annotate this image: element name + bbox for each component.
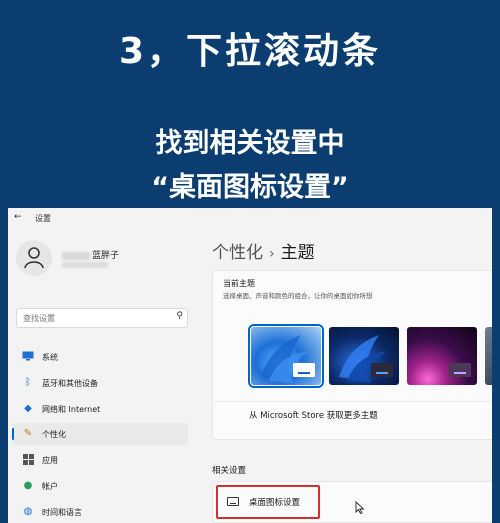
current-theme-card: 当前主题 选择桌面、声音和颜色的组合，让你的桌面如你所想 从 Microsoft… bbox=[212, 270, 492, 440]
sidebar-item-accounts[interactable]: ● 帐户 bbox=[12, 475, 188, 497]
sidebar-item-apps[interactable]: 应用 bbox=[12, 449, 188, 471]
theme-preview-window bbox=[293, 363, 315, 377]
search-input[interactable] bbox=[21, 310, 165, 326]
search-box[interactable]: ⚲ bbox=[16, 308, 188, 328]
instruction-line-1: 找到相关设置中 bbox=[155, 128, 345, 159]
globe-clock-icon: ◍ bbox=[23, 506, 33, 517]
divider bbox=[213, 401, 492, 402]
avatar[interactable] bbox=[16, 240, 52, 276]
sidebar-item-personalization[interactable]: ✎ 个性化 bbox=[12, 423, 188, 445]
theme-preview-window bbox=[449, 363, 471, 377]
user-email bbox=[62, 262, 108, 268]
title-bar: ← 设置 bbox=[8, 208, 492, 226]
theme-thumbnail-glow[interactable] bbox=[407, 327, 477, 385]
user-icon bbox=[24, 247, 44, 269]
desktop-icon-settings-row[interactable]: 桌面图标设置 bbox=[212, 481, 492, 523]
breadcrumb-parent[interactable]: 个性化 bbox=[212, 243, 263, 263]
current-theme-description: 选择桌面、声音和颜色的组合，让你的桌面如你所想 bbox=[223, 292, 373, 300]
wifi-icon: ◆ bbox=[24, 403, 32, 414]
instruction-banner: 3，下拉滚动条 找到相关设置中 “桌面图标设置” bbox=[0, 0, 500, 208]
account-icon: ● bbox=[23, 480, 33, 491]
sidebar-item-bluetooth[interactable]: ᛒ 蓝牙和其他设备 bbox=[12, 372, 188, 394]
breadcrumb: 个性化 › 主题 bbox=[212, 238, 315, 263]
apps-icon bbox=[22, 454, 34, 466]
back-arrow-icon[interactable]: ← bbox=[14, 212, 22, 222]
sidebar-item-system[interactable]: 系统 bbox=[12, 346, 188, 368]
instruction-line-2: “桌面图标设置” bbox=[151, 172, 349, 203]
sidebar-item-time-language[interactable]: ◍ 时间和语言 bbox=[12, 501, 188, 523]
store-link[interactable]: 从 Microsoft Store 获取更多主题 bbox=[249, 409, 378, 421]
monitor-icon bbox=[22, 351, 34, 363]
chevron-right-icon: › bbox=[269, 246, 275, 262]
related-settings-heading: 相关设置 bbox=[212, 466, 247, 476]
theme-preview-window bbox=[371, 363, 393, 377]
mouse-cursor-icon bbox=[355, 501, 364, 514]
monitor-icon bbox=[227, 497, 239, 506]
main-pane: 个性化 › 主题 当前主题 选择桌面、声音和颜色的组合，让你的桌面如你所想 从 Mi… bbox=[208, 226, 492, 523]
brush-icon: ✎ bbox=[23, 428, 33, 439]
sidebar: 蓝胖子 ⚲ 系统 ᛒ 蓝牙和其他设备 ◆ 网络和 Internet ✎ 个性化 … bbox=[8, 226, 208, 523]
desktop-icon-settings-label[interactable]: 桌面图标设置 bbox=[249, 496, 300, 508]
window-title: 设置 bbox=[35, 214, 51, 223]
bluetooth-icon: ᛒ bbox=[25, 377, 31, 388]
user-name: 蓝胖子 bbox=[62, 248, 119, 261]
search-icon[interactable]: ⚲ bbox=[176, 311, 183, 321]
page-title: 主题 bbox=[280, 243, 315, 263]
theme-thumbnail-dark[interactable] bbox=[329, 327, 399, 385]
active-indicator bbox=[12, 428, 14, 440]
theme-thumbnail-light[interactable] bbox=[248, 324, 324, 388]
theme-thumbnail-more[interactable] bbox=[485, 327, 492, 385]
step-title: 3，下拉滚动条 bbox=[118, 31, 382, 72]
current-theme-heading: 当前主题 bbox=[223, 279, 255, 288]
sidebar-item-network[interactable]: ◆ 网络和 Internet bbox=[12, 398, 188, 420]
settings-window: ← 设置 蓝胖子 ⚲ 系统 ᛒ 蓝牙和其他设备 ◆ 网络和 Internet bbox=[8, 208, 492, 523]
